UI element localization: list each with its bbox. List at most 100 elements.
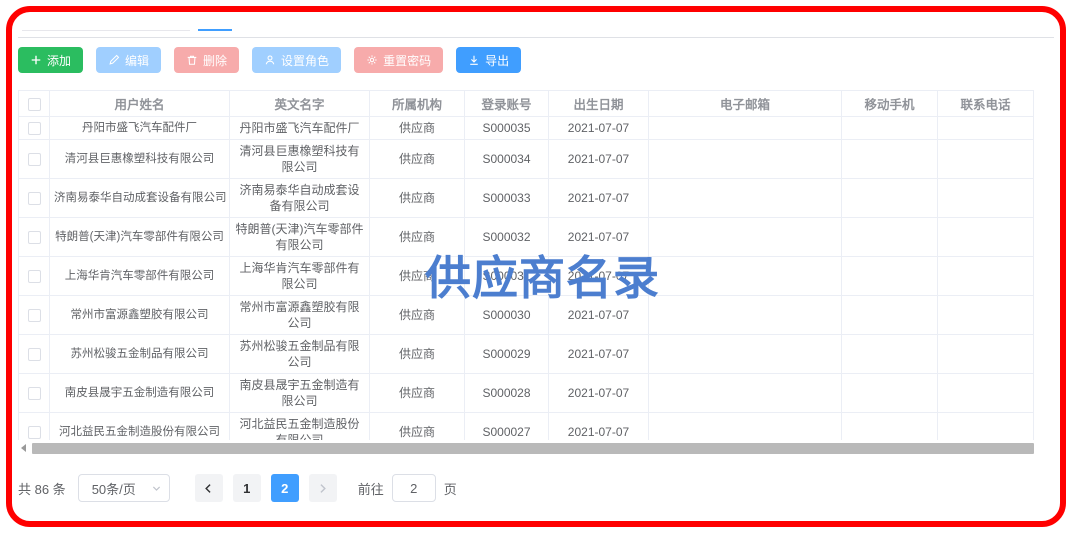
cell-org: 供应商	[370, 335, 465, 374]
scrollbar-thumb[interactable]	[32, 443, 1034, 454]
cell-mobile	[842, 335, 938, 374]
cell-birth: 2021-07-07	[549, 374, 649, 413]
cell-mobile	[842, 413, 938, 441]
cell-phone	[938, 117, 1034, 140]
active-tab-indicator[interactable]	[198, 29, 232, 31]
cell-name: 苏州松骏五金制品有限公司	[50, 335, 230, 374]
cell-checkbox	[19, 296, 50, 335]
cell-phone	[938, 374, 1034, 413]
cell-email	[649, 140, 842, 179]
cell-org: 供应商	[370, 179, 465, 218]
cell-name: 清河县巨惠橡塑科技有限公司	[50, 140, 230, 179]
page-button-1[interactable]: 1	[233, 474, 261, 502]
cell-checkbox	[19, 218, 50, 257]
column-header-org: 所属机构	[370, 91, 465, 117]
cell-name: 上海华肯汽车零部件有限公司	[50, 257, 230, 296]
row-checkbox[interactable]	[28, 153, 41, 166]
column-header-name: 用户姓名	[50, 91, 230, 117]
cell-account: S000034	[465, 140, 549, 179]
cell-email	[649, 117, 842, 140]
horizontal-scrollbar[interactable]	[18, 442, 1034, 454]
goto-page-input[interactable]	[392, 474, 436, 502]
pager: 12	[190, 474, 342, 502]
row-checkbox[interactable]	[28, 270, 41, 283]
row-checkbox[interactable]	[28, 348, 41, 361]
cell-org: 供应商	[370, 140, 465, 179]
toolbar: 添加 编辑 删除 设置角色 重置密码 导出	[18, 47, 1054, 73]
cell-account: S000027	[465, 413, 549, 441]
cell-en_name: 南皮县晟宇五金制造有限公司	[230, 374, 370, 413]
row-checkbox[interactable]	[28, 192, 41, 205]
user-icon	[264, 54, 276, 66]
cell-en_name: 济南易泰华自动成套设备有限公司	[230, 179, 370, 218]
cell-name: 济南易泰华自动成套设备有限公司	[50, 179, 230, 218]
row-checkbox[interactable]	[28, 231, 41, 244]
delete-button[interactable]: 删除	[174, 47, 239, 73]
cell-phone	[938, 296, 1034, 335]
column-header-birth: 出生日期	[549, 91, 649, 117]
cell-name: 南皮县晟宇五金制造有限公司	[50, 374, 230, 413]
cell-checkbox	[19, 257, 50, 296]
cell-birth: 2021-07-07	[549, 140, 649, 179]
cell-birth: 2021-07-07	[549, 335, 649, 374]
scroll-left-arrow-icon[interactable]	[21, 444, 26, 452]
page-size-value: 50条/页	[92, 479, 136, 498]
cell-org: 供应商	[370, 413, 465, 441]
goto-label: 前往	[358, 479, 384, 498]
table-container: 用户姓名英文名字所属机构登录账号出生日期电子邮箱移动手机联系电话 丹阳市盛飞汽车…	[18, 90, 1034, 440]
gear-icon	[366, 54, 378, 66]
cell-org: 供应商	[370, 117, 465, 140]
cell-name: 特朗普(天津)汽车零部件有限公司	[50, 218, 230, 257]
cell-email	[649, 335, 842, 374]
cell-en_name: 常州市富源鑫塑胶有限公司	[230, 296, 370, 335]
row-checkbox[interactable]	[28, 387, 41, 400]
table-header-row: 用户姓名英文名字所属机构登录账号出生日期电子邮箱移动手机联系电话	[19, 91, 1034, 117]
column-header-account: 登录账号	[465, 91, 549, 117]
column-header-email: 电子邮箱	[649, 91, 842, 117]
edit-icon	[108, 54, 120, 66]
watermark: 供应商名录	[425, 242, 660, 308]
cell-name: 丹阳市盛飞汽车配件厂	[50, 117, 230, 140]
export-button[interactable]: 导出	[456, 47, 521, 73]
cell-checkbox	[19, 413, 50, 441]
set-role-button[interactable]: 设置角色	[252, 47, 341, 73]
reset-password-button[interactable]: 重置密码	[354, 47, 443, 73]
edit-button[interactable]: 编辑	[96, 47, 161, 73]
row-checkbox[interactable]	[28, 122, 41, 135]
cell-email	[649, 374, 842, 413]
cell-en_name: 清河县巨惠橡塑科技有限公司	[230, 140, 370, 179]
row-checkbox[interactable]	[28, 426, 41, 439]
table-row: 河北益民五金制造股份有限公司河北益民五金制造股份有限公司供应商S00002720…	[19, 413, 1034, 441]
cell-checkbox	[19, 117, 50, 140]
cell-phone	[938, 335, 1034, 374]
page-button-2[interactable]: 2	[271, 474, 299, 502]
plus-icon	[30, 54, 42, 66]
header-divider	[18, 37, 1054, 38]
cell-checkbox	[19, 179, 50, 218]
cell-account: S000028	[465, 374, 549, 413]
cell-checkbox	[19, 140, 50, 179]
cell-mobile	[842, 257, 938, 296]
cell-account: S000035	[465, 117, 549, 140]
tab-underline	[22, 30, 190, 31]
cell-checkbox	[19, 335, 50, 374]
cell-mobile	[842, 117, 938, 140]
select-all-checkbox[interactable]	[28, 98, 41, 111]
cell-account: S000029	[465, 335, 549, 374]
next-page-button[interactable]	[309, 474, 337, 502]
row-checkbox[interactable]	[28, 309, 41, 322]
page-size-select[interactable]: 50条/页	[78, 474, 170, 502]
button-label: 设置角色	[281, 52, 329, 69]
pagination: 共 86 条 50条/页 12 前往 页	[18, 474, 1054, 502]
cell-birth: 2021-07-07	[549, 117, 649, 140]
column-header-mobile: 移动手机	[842, 91, 938, 117]
add-button[interactable]: 添加	[18, 47, 83, 73]
cell-mobile	[842, 374, 938, 413]
button-label: 编辑	[125, 52, 149, 69]
prev-page-button[interactable]	[195, 474, 223, 502]
cell-phone	[938, 140, 1034, 179]
cell-org: 供应商	[370, 374, 465, 413]
cell-email	[649, 218, 842, 257]
button-label: 重置密码	[383, 52, 431, 69]
main-content: 添加 编辑 删除 设置角色 重置密码 导出 用户姓名英文名字所属机构登录账号出生日期电子邮…	[18, 12, 1054, 502]
